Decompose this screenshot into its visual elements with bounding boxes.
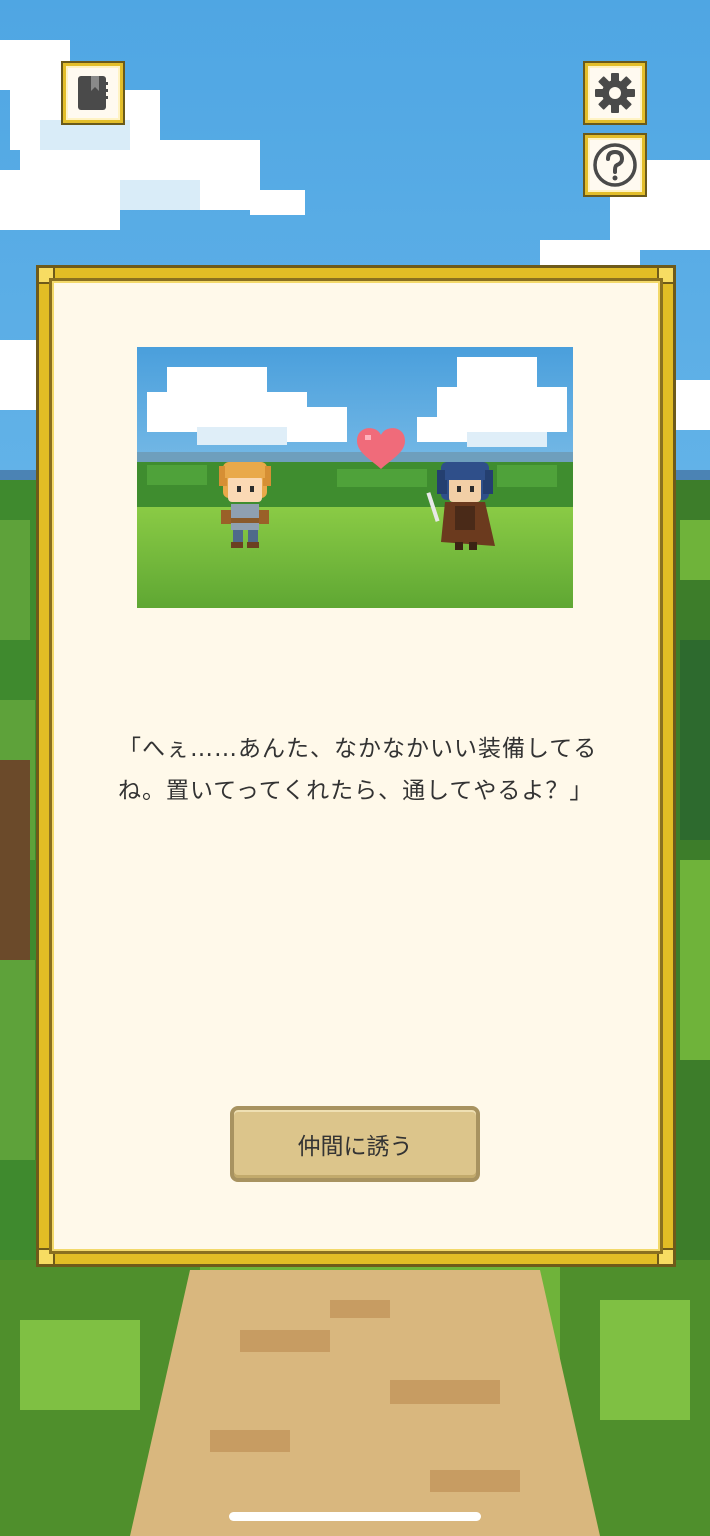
help-button[interactable] (585, 135, 645, 195)
journal-icon (78, 76, 108, 110)
dialog-text: 「へぇ……あんた、なかなかいい装備してるね。置いてってくれたら、通してやるよ？」 (118, 736, 598, 804)
journal-button[interactable] (63, 63, 123, 123)
event-illustration (137, 347, 573, 608)
invite-to-party-button[interactable]: 仲間に誘う (230, 1106, 480, 1182)
gear-icon (595, 73, 635, 113)
home-indicator[interactable] (229, 1512, 481, 1521)
settings-button[interactable] (585, 63, 645, 123)
question-mark-icon (593, 143, 637, 187)
